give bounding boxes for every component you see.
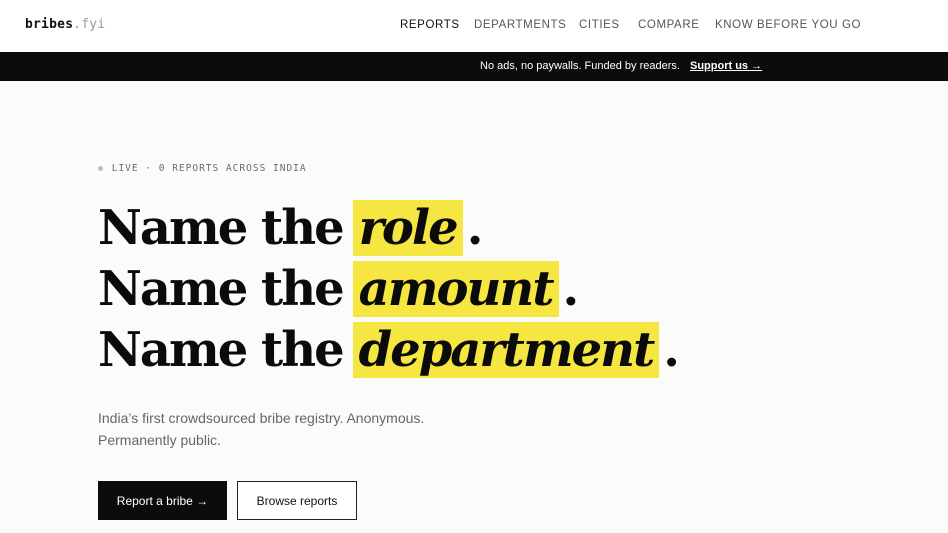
top-navigation: bribes.fyi REPORTS DEPARTMENTS CITIES CO… (0, 0, 948, 52)
banner-message: No ads, no paywalls. Funded by readers. (480, 60, 680, 72)
main-nav: REPORTS DEPARTMENTS CITIES COMPARE KNOW … (0, 19, 948, 33)
nav-cities[interactable]: CITIES (579, 19, 620, 31)
hero-headline: Name the role. Name the amount. Name the de… (98, 198, 680, 381)
highlight-amount: amount (352, 261, 559, 317)
nav-reports[interactable]: REPORTS (400, 19, 460, 31)
report-bribe-button[interactable]: Report a bribe → (98, 481, 227, 520)
headline-prefix: Name the (98, 322, 345, 378)
nav-compare[interactable]: COMPARE (638, 19, 700, 31)
browse-reports-button[interactable]: Browse reports (237, 481, 357, 520)
headline-line-role: Name the role. (98, 198, 678, 259)
live-status: LIVE · 0 REPORTS ACROSS INDIA (98, 163, 307, 174)
headline-period: . (562, 261, 580, 317)
nav-know-before-you-go[interactable]: KNOW BEFORE YOU GO (715, 19, 861, 31)
headline-prefix: Name the (98, 200, 345, 256)
headline-prefix: Name the (98, 261, 345, 317)
live-status-text: LIVE · 0 REPORTS ACROSS INDIA (111, 163, 307, 174)
live-dot-icon (98, 166, 103, 171)
headline-line-amount: Name the amount. (98, 259, 678, 320)
hero-subtitle: India’s first crowdsourced bribe registr… (98, 410, 425, 448)
headline-period: . (466, 200, 484, 256)
highlight-role: role (352, 200, 463, 256)
nav-departments[interactable]: DEPARTMENTS (474, 19, 566, 31)
highlight-department: department (352, 322, 660, 378)
support-banner: No ads, no paywalls. Funded by readers. … (0, 52, 948, 81)
headline-line-department: Name the department. (98, 320, 680, 381)
support-us-link[interactable]: Support us → (690, 60, 762, 72)
headline-period: . (663, 322, 680, 378)
